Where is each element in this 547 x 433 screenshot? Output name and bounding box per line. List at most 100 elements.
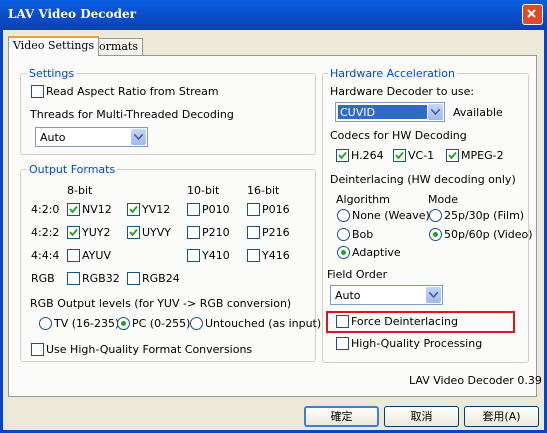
row-444-label: 4:4:4 xyxy=(31,249,60,262)
hq-conversion-label: Use High-Quality Format Conversions xyxy=(46,343,253,356)
aspect-ratio-label: Read Aspect Ratio from Stream xyxy=(46,85,219,98)
field-order-select[interactable]: Auto xyxy=(330,285,443,305)
mode-film-label: 25p/30p (Film) xyxy=(444,209,525,222)
vc1-label: VC-1 xyxy=(408,149,435,162)
p016-label: P016 xyxy=(262,203,290,216)
close-icon[interactable] xyxy=(522,4,543,25)
ok-button[interactable]: 確定 xyxy=(304,406,379,427)
mode-video-radio[interactable] xyxy=(429,228,442,241)
hw-accel-group-label: Hardware Acceleration xyxy=(328,67,457,80)
p210-checkbox[interactable] xyxy=(187,226,200,239)
uyvy-checkbox[interactable] xyxy=(127,226,140,239)
threads-select-value: Auto xyxy=(40,131,66,144)
mode-film-radio[interactable] xyxy=(429,209,442,222)
hw-decoder-label: Hardware Decoder to use: xyxy=(330,85,475,98)
hw-decoder-select-value: CUVID xyxy=(340,106,375,119)
rgb32-checkbox[interactable] xyxy=(67,272,80,285)
rgb24-checkbox[interactable] xyxy=(127,272,140,285)
yuy2-label: YUY2 xyxy=(82,226,111,239)
checkmark-icon xyxy=(69,228,78,237)
col-16bit-label: 16-bit xyxy=(247,184,280,197)
p216-label: P216 xyxy=(262,226,290,239)
window-frame-left xyxy=(0,30,3,433)
apply-button[interactable]: 套用(A) xyxy=(464,406,539,427)
y416-label: Y416 xyxy=(262,249,290,262)
yv12-label: YV12 xyxy=(142,203,171,216)
checkmark-icon xyxy=(129,205,138,214)
yuy2-checkbox[interactable] xyxy=(67,226,80,239)
vc1-checkbox[interactable] xyxy=(393,149,406,162)
p210-label: P210 xyxy=(202,226,230,239)
algo-none-radio[interactable] xyxy=(337,209,350,222)
deint-label: Deinterlacing (HW decoding only) xyxy=(330,173,516,186)
rgb24-label: RGB24 xyxy=(142,272,180,285)
rgb32-label: RGB32 xyxy=(82,272,120,285)
level-tv-radio[interactable] xyxy=(39,317,52,330)
y416-checkbox[interactable] xyxy=(247,249,260,262)
level-untouched-label: Untouched (as input) xyxy=(205,317,322,330)
chevron-down-icon[interactable] xyxy=(428,104,443,120)
radio-selected-dot xyxy=(121,321,126,326)
field-order-select-value: Auto xyxy=(335,289,361,302)
cancel-button[interactable]: 取消 xyxy=(384,406,459,427)
tab-video-settings[interactable]: Video Settings xyxy=(8,36,100,56)
mpeg2-label: MPEG-2 xyxy=(461,149,504,162)
aspect-ratio-checkbox[interactable] xyxy=(31,85,44,98)
h264-label: H.264 xyxy=(351,149,384,162)
checkmark-icon xyxy=(395,151,404,160)
algo-none-label: None (Weave) xyxy=(352,209,430,222)
force-deint-label: Force Deinterlacing xyxy=(351,315,458,328)
checkmark-icon xyxy=(448,151,457,160)
threads-select[interactable]: Auto xyxy=(35,127,148,147)
row-422-label: 4:2:2 xyxy=(31,226,60,239)
checkmark-icon xyxy=(69,205,78,214)
level-pc-radio[interactable] xyxy=(117,317,130,330)
hq-conversion-checkbox[interactable] xyxy=(31,343,44,356)
hq-processing-checkbox[interactable] xyxy=(336,337,349,350)
radio-selected-dot xyxy=(433,232,438,237)
p010-checkbox[interactable] xyxy=(187,203,200,216)
radio-selected-dot xyxy=(341,250,346,255)
threads-label: Threads for Multi-Threaded Decoding xyxy=(30,108,234,121)
hw-decoder-select[interactable]: CUVID xyxy=(335,102,445,122)
row-rgb-label: RGB xyxy=(31,272,55,285)
nv12-label: NV12 xyxy=(82,203,112,216)
algo-adaptive-label: Adaptive xyxy=(352,246,401,259)
checkmark-icon xyxy=(338,151,347,160)
level-untouched-radio[interactable] xyxy=(190,317,203,330)
algo-adaptive-radio[interactable] xyxy=(337,246,350,259)
p010-label: P010 xyxy=(202,203,230,216)
p016-checkbox[interactable] xyxy=(247,203,260,216)
output-formats-group xyxy=(20,169,316,362)
checkmark-icon xyxy=(129,228,138,237)
output-formats-group-label: Output Formats xyxy=(27,163,118,176)
ayuv-label: AYUV xyxy=(82,249,111,262)
rgb-levels-label: RGB Output levels (for YUV -> RGB conver… xyxy=(30,297,292,310)
settings-group-label: Settings xyxy=(27,67,77,80)
chevron-down-icon[interactable] xyxy=(131,129,146,145)
version-text: LAV Video Decoder 0.39 xyxy=(409,374,542,387)
col-8bit-label: 8-bit xyxy=(67,184,93,197)
algo-bob-radio[interactable] xyxy=(337,228,350,241)
y410-checkbox[interactable] xyxy=(187,249,200,262)
nv12-checkbox[interactable] xyxy=(67,203,80,216)
level-pc-label: PC (0-255) xyxy=(132,317,191,330)
mode-label: Mode xyxy=(428,193,458,206)
ayuv-checkbox[interactable] xyxy=(67,249,80,262)
level-tv-label: TV (16-235) xyxy=(54,317,120,330)
col-10bit-label: 10-bit xyxy=(187,184,220,197)
mpeg2-checkbox[interactable] xyxy=(446,149,459,162)
title-bar[interactable]: LAV Video Decoder xyxy=(0,0,547,30)
chevron-down-icon[interactable] xyxy=(426,287,441,303)
codecs-label: Codecs for HW Decoding xyxy=(330,129,467,142)
yv12-checkbox[interactable] xyxy=(127,203,140,216)
force-deint-checkbox[interactable] xyxy=(336,315,349,328)
hw-decoder-status: Available xyxy=(453,106,503,119)
algorithm-label: Algorithm xyxy=(336,193,390,206)
window-title: LAV Video Decoder xyxy=(8,7,136,21)
uyvy-label: UYVY xyxy=(142,226,172,239)
mode-video-label: 50p/60p (Video) xyxy=(444,228,533,241)
p216-checkbox[interactable] xyxy=(247,226,260,239)
field-order-label: Field Order xyxy=(327,268,388,281)
h264-checkbox[interactable] xyxy=(336,149,349,162)
